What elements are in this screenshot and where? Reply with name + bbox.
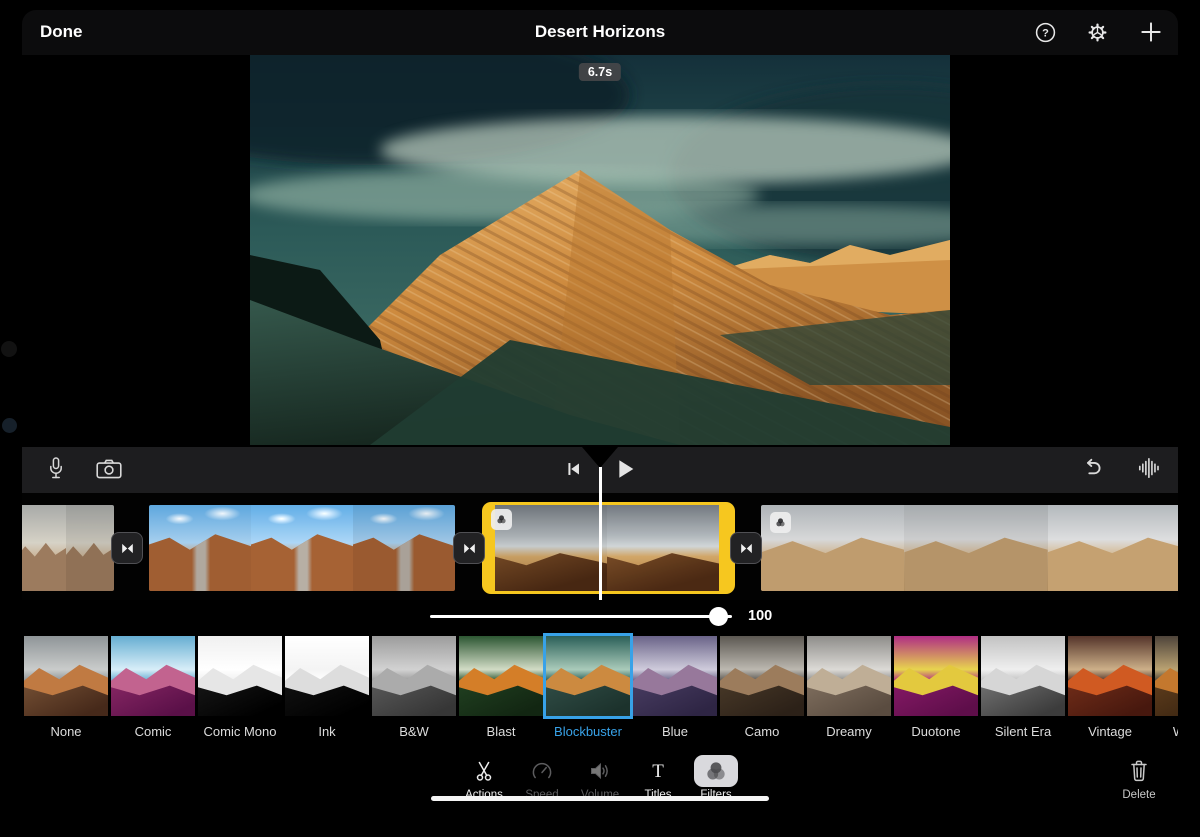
trash-icon: [1114, 755, 1164, 787]
timeline-clip-2[interactable]: [149, 505, 455, 591]
settings-gear-icon[interactable]: [1085, 20, 1110, 45]
add-icon[interactable]: [1138, 19, 1164, 45]
filter-thumbnail: [894, 636, 978, 716]
delete-button[interactable]: Delete: [1114, 755, 1164, 801]
tool-titles[interactable]: T Titles: [629, 755, 687, 801]
help-icon[interactable]: ?: [1034, 21, 1057, 44]
playhead-line[interactable]: [599, 467, 602, 600]
slider-value: 100: [748, 608, 772, 624]
filter-item-none[interactable]: None: [24, 636, 108, 751]
filter-item-duotone[interactable]: Duotone: [894, 636, 978, 751]
filter-thumbnail: [198, 636, 282, 716]
filter-thumbnail: [807, 636, 891, 716]
filter-item-dreamy[interactable]: Dreamy: [807, 636, 891, 751]
filter-thumbnail: [459, 636, 543, 716]
playhead-pointer: [582, 447, 618, 468]
preview-photo: [250, 55, 950, 445]
filter-thumbnail: [111, 636, 195, 716]
timeline-clip-3-selected[interactable]: [482, 502, 735, 594]
filter-item-b-w[interactable]: B&W: [372, 636, 456, 751]
filter-label: Camo: [720, 724, 804, 739]
filter-item-ink[interactable]: Ink: [285, 636, 369, 751]
imovie-app-window: Done Desert Horizons ?: [22, 10, 1178, 830]
filter-thumbnail: [1155, 636, 1178, 716]
filter-thumbnail: [633, 636, 717, 716]
filter-thumbnail: [24, 636, 108, 716]
filter-item-blast[interactable]: Blast: [459, 636, 543, 751]
filter-thumbnail: [981, 636, 1065, 716]
filter-item-comic[interactable]: Comic: [111, 636, 195, 751]
filter-item-western[interactable]: Western: [1155, 636, 1178, 751]
filter-thumbnail: [285, 636, 369, 716]
transition-dissolve-icon[interactable]: [453, 532, 485, 564]
filter-label: Silent Era: [981, 724, 1065, 739]
filter-label: Western: [1155, 724, 1178, 739]
filter-thumbnail: [1068, 636, 1152, 716]
filters-icon: [694, 755, 738, 787]
filter-item-camo[interactable]: Camo: [720, 636, 804, 751]
project-title: Desert Horizons: [22, 22, 1178, 42]
tool-group: Actions Speed Volume T Titles Filters: [455, 755, 745, 801]
filter-label: Blockbuster: [546, 724, 630, 739]
speedometer-icon: [520, 755, 564, 787]
filter-label: Comic Mono: [198, 724, 282, 739]
filter-label: Blast: [459, 724, 543, 739]
slider-knob[interactable]: [709, 607, 728, 626]
video-preview-area[interactable]: 6.7s: [22, 55, 1178, 447]
tool-speed[interactable]: Speed: [513, 755, 571, 801]
filter-label: B&W: [372, 724, 456, 739]
filter-item-blockbuster[interactable]: Blockbuster: [546, 636, 630, 751]
timeline-clip-4[interactable]: [761, 505, 1178, 591]
filter-label: Vintage: [1068, 724, 1152, 739]
filter-label: Dreamy: [807, 724, 891, 739]
background-dot: [1, 341, 17, 357]
home-indicator[interactable]: [431, 796, 769, 802]
microphone-icon[interactable]: [44, 455, 68, 488]
undo-icon[interactable]: [1078, 455, 1106, 486]
tool-volume[interactable]: Volume: [571, 755, 629, 801]
filter-item-comic-mono[interactable]: Comic Mono: [198, 636, 282, 751]
filter-strip: None Comic Comic Mono Ink B&W Blast: [22, 633, 1178, 751]
camera-icon[interactable]: [94, 456, 124, 487]
duration-badge: 6.7s: [579, 63, 621, 81]
filter-label: Ink: [285, 724, 369, 739]
delete-label: Delete: [1114, 789, 1164, 801]
filter-applied-badge-icon: [495, 509, 512, 530]
filter-item-blue[interactable]: Blue: [633, 636, 717, 751]
filter-strength-slider[interactable]: [430, 615, 732, 618]
transition-dissolve-icon[interactable]: [111, 532, 143, 564]
svg-text:?: ?: [1042, 27, 1049, 39]
filter-thumbnail: [546, 636, 630, 716]
titles-icon: T: [636, 755, 680, 787]
filter-label: Duotone: [894, 724, 978, 739]
filter-strength-row: 100: [22, 600, 1178, 633]
filter-label: Blue: [633, 724, 717, 739]
audio-waveform-icon[interactable]: [1136, 455, 1162, 486]
scissors-icon: [462, 755, 506, 787]
filter-item-silent-era[interactable]: Silent Era: [981, 636, 1065, 751]
tool-filters[interactable]: Filters: [687, 755, 745, 801]
filter-label: Comic: [111, 724, 195, 739]
background-dot: [2, 418, 17, 433]
filter-label: None: [24, 724, 108, 739]
filter-thumbnail: [720, 636, 804, 716]
speaker-icon: [578, 755, 622, 787]
filter-item-vintage[interactable]: Vintage: [1068, 636, 1152, 751]
bottom-toolbar: Actions Speed Volume T Titles Filters De…: [22, 751, 1178, 808]
filter-applied-badge-icon: [770, 512, 791, 533]
filter-thumbnail: [372, 636, 456, 716]
transition-dissolve-icon[interactable]: [730, 532, 762, 564]
skip-to-start-icon[interactable]: [562, 457, 584, 486]
timeline-clip-1[interactable]: [22, 505, 114, 591]
svg-text:T: T: [652, 761, 664, 782]
top-navbar: Done Desert Horizons ?: [22, 10, 1178, 55]
tool-actions[interactable]: Actions: [455, 755, 513, 801]
